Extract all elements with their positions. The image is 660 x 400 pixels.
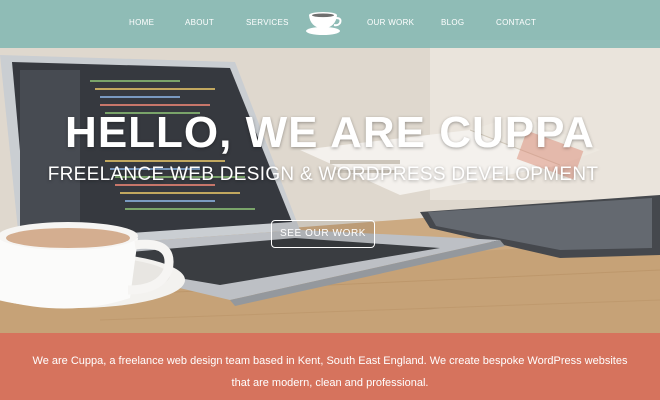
hero-title: HELLO, WE ARE CUPPA bbox=[65, 108, 595, 157]
see-our-work-button[interactable]: SEE OUR WORK bbox=[271, 220, 375, 248]
top-navigation: HOME ABOUT SERVICES OUR WORK BLOG CONTAC… bbox=[0, 0, 660, 48]
coffee-cup-icon[interactable] bbox=[304, 9, 344, 37]
hero-section: HELLO, WE ARE CUPPA FREELANCE WEB DESIGN… bbox=[0, 0, 660, 333]
nav-about-link[interactable]: ABOUT bbox=[185, 18, 214, 27]
nav-home-link[interactable]: HOME bbox=[129, 18, 154, 27]
nav-services-link[interactable]: SERVICES bbox=[246, 18, 289, 27]
intro-section: We are Cuppa, a freelance web design tea… bbox=[0, 333, 660, 400]
nav-blog-link[interactable]: BLOG bbox=[441, 18, 464, 27]
intro-text: We are Cuppa, a freelance web design tea… bbox=[32, 355, 628, 389]
hero-subtitle: FREELANCE WEB DESIGN & WORDPRESS DEVELOP… bbox=[47, 164, 599, 185]
nav-contact-link[interactable]: CONTACT bbox=[496, 18, 536, 27]
nav-our-work-link[interactable]: OUR WORK bbox=[367, 18, 414, 27]
